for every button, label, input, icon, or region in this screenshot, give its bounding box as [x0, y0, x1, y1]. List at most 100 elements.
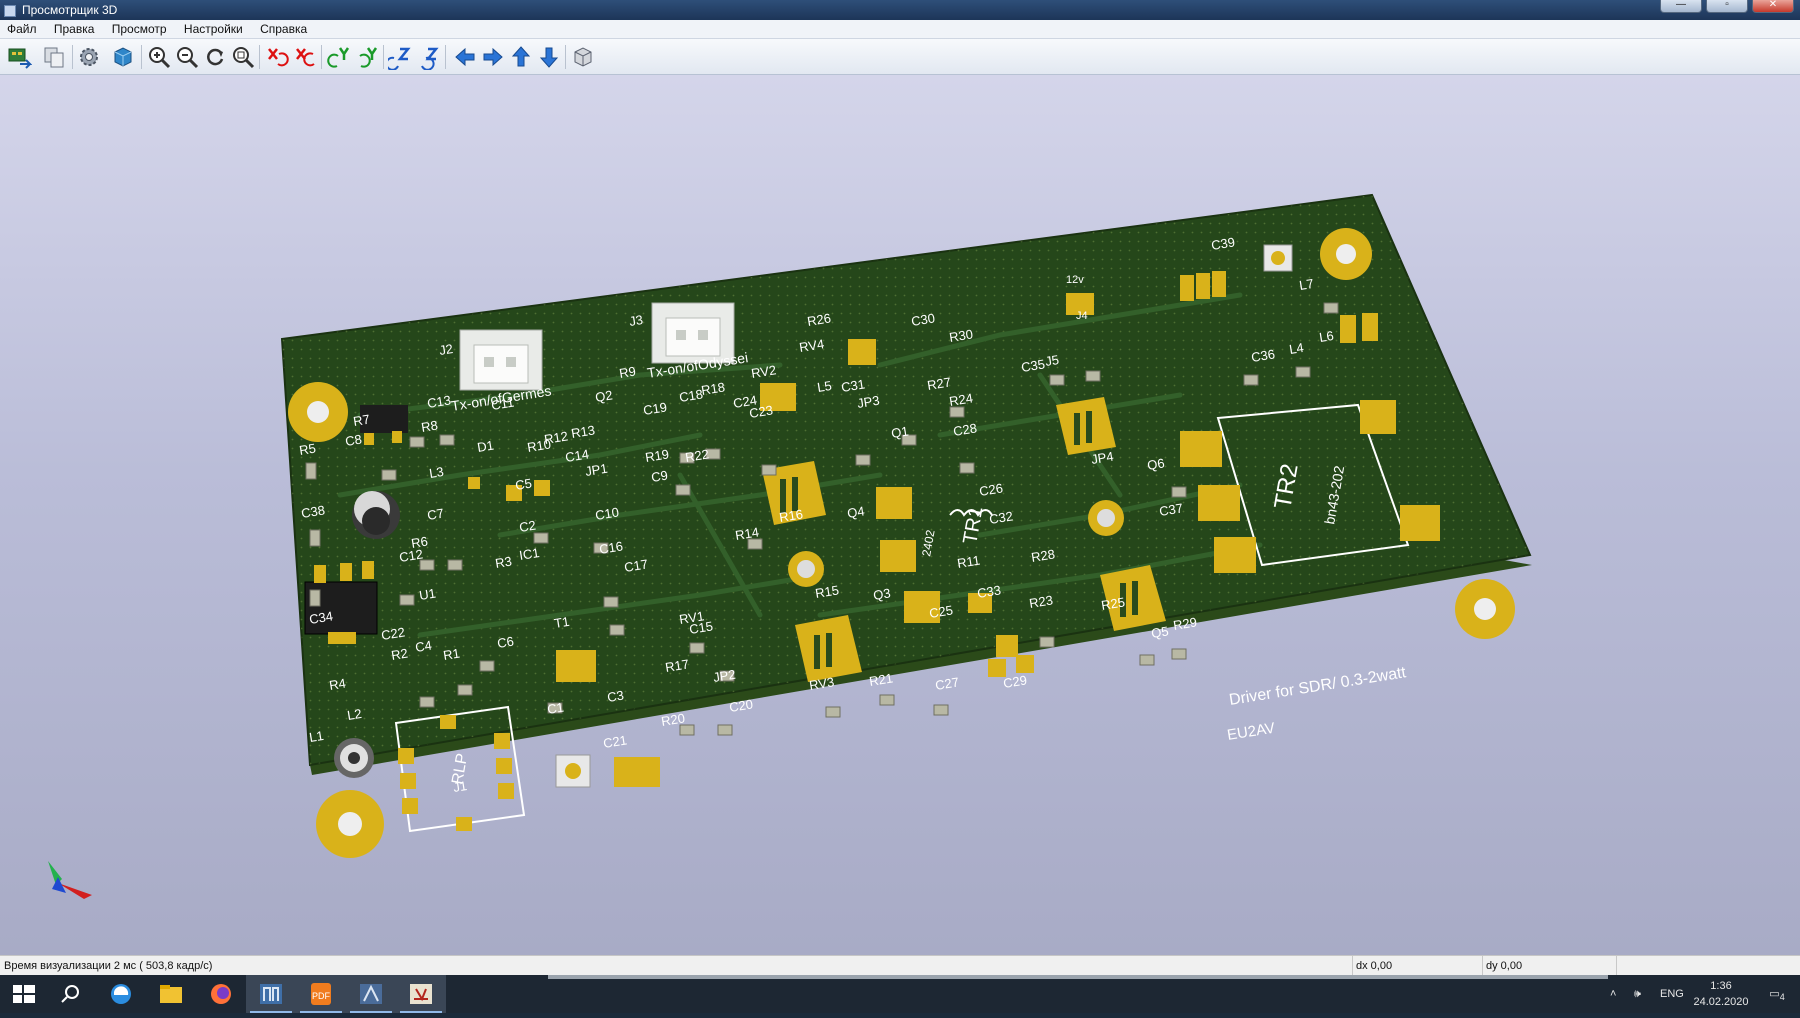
ref-r2: R2: [390, 646, 409, 663]
file-explorer-icon[interactable]: [146, 975, 196, 1013]
menu-view[interactable]: Просмотр: [105, 20, 174, 38]
window-controls: — ▫ ✕: [1660, 0, 1794, 13]
rotate-x-cw-icon[interactable]: [264, 44, 290, 70]
ref-c27: C27: [934, 674, 960, 693]
ref-c9: C9: [650, 468, 669, 485]
ref-q2: Q2: [594, 387, 613, 405]
rotate-y-ccw-icon[interactable]: [354, 44, 380, 70]
pcb-board-render: Driver for SDR/ 0.3-2watt EU2AV Tx-on/of…: [280, 193, 1532, 858]
redraw-icon[interactable]: [202, 44, 228, 70]
ref-q1: Q1: [890, 423, 909, 441]
ref-rv3: RV3: [808, 674, 835, 693]
tray-chevron-icon[interactable]: ˄: [1610, 975, 1616, 1013]
ref-c8: C8: [344, 432, 363, 449]
ref-j3: J3: [628, 312, 644, 329]
ref-r9: R9: [618, 364, 637, 381]
ref-l5: L5: [816, 378, 833, 395]
rotate-y-cw-icon[interactable]: [326, 44, 352, 70]
ortho-view-icon[interactable]: [570, 44, 596, 70]
app-icon: [4, 5, 16, 17]
menu-file[interactable]: Файл: [0, 20, 44, 38]
taskbar: PDF ˄ 🕪 ENG 1:36 24.02.2020 ▭4: [0, 975, 1800, 1013]
connector-j2: [459, 329, 543, 391]
copy-image-icon[interactable]: [41, 44, 67, 70]
ref-c20: C20: [728, 696, 754, 715]
ref-q5: Q5: [1150, 623, 1169, 641]
volume-icon[interactable]: 🕪: [1634, 975, 1641, 1013]
pan-right-icon[interactable]: [480, 44, 506, 70]
ref-r5: R5: [298, 441, 317, 458]
silk-12v-label: 12v: [1066, 274, 1084, 286]
menu-bar: Файл Правка Просмотр Настройки Справка: [0, 20, 1800, 39]
status-bar: Время визуализации 2 мс ( 503,8 кадр/с) …: [0, 955, 1800, 976]
pcb-export-icon[interactable]: [6, 44, 33, 70]
menu-preferences[interactable]: Настройки: [177, 20, 250, 38]
axis-gizmo: [48, 861, 92, 899]
ref-l3: L3: [428, 464, 445, 481]
rotate-z-cw-icon[interactable]: [385, 44, 414, 71]
notification-center-icon[interactable]: ▭4: [1762, 975, 1792, 1013]
pan-left-icon[interactable]: [452, 44, 478, 70]
rotate-z-ccw-icon[interactable]: [416, 44, 442, 71]
ref-r7: R7: [352, 412, 371, 429]
start-button[interactable]: [0, 975, 50, 1013]
kicad-eeschema-taskbar-icon[interactable]: [396, 975, 446, 1013]
ref-c21: C21: [602, 732, 628, 751]
ref-d1: D1: [476, 438, 495, 455]
system-clock[interactable]: 1:36 24.02.2020: [1686, 978, 1756, 1010]
ref-l2: L2: [346, 706, 363, 723]
ref-r8: R8: [420, 418, 439, 435]
clock-date: 24.02.2020: [1693, 996, 1749, 1008]
pan-up-icon[interactable]: [508, 44, 534, 70]
ref-r4: R4: [328, 676, 347, 693]
status-dx: dx 0,00: [1352, 956, 1483, 976]
zoom-in-icon[interactable]: [146, 44, 172, 70]
ref-r1: R1: [442, 646, 461, 663]
zoom-out-icon[interactable]: [174, 44, 200, 70]
ref-j2: J2: [438, 341, 454, 358]
firefox-icon[interactable]: [196, 975, 246, 1013]
zoom-fit-icon[interactable]: [230, 44, 256, 70]
3d-viewer-taskbar-icon[interactable]: [346, 975, 396, 1013]
ref-l4: L4: [1288, 340, 1305, 357]
ref-c5: C5: [514, 476, 533, 493]
ref-l1: L1: [308, 728, 325, 745]
ref-q3: Q3: [872, 585, 891, 603]
menu-edit[interactable]: Правка: [47, 20, 102, 38]
ref-t1: T1: [553, 614, 570, 631]
settings-gear-icon[interactable]: [76, 44, 102, 70]
language-indicator[interactable]: ENG: [1660, 975, 1684, 1013]
ref-c29: C29: [1002, 672, 1028, 691]
pan-down-icon[interactable]: [536, 44, 562, 70]
clock-time: 1:36: [1710, 980, 1732, 992]
ref-c4: C4: [414, 638, 433, 655]
pdf-viewer-taskbar-icon[interactable]: PDF: [296, 975, 346, 1013]
silk-j4-label: J4: [1076, 310, 1088, 322]
rotate-x-ccw-icon[interactable]: [292, 44, 318, 70]
ref-j1: J1: [452, 778, 468, 795]
3d-viewport[interactable]: Driver for SDR/ 0.3-2watt EU2AV Tx-on/of…: [0, 75, 1800, 955]
ref-c1: C1: [546, 700, 565, 717]
ref-r29: R29: [1172, 614, 1198, 633]
window-titlebar: Просмотрщик 3D — ▫ ✕: [0, 0, 1800, 20]
window-title: Просмотрщик 3D: [22, 3, 118, 17]
restore-button[interactable]: ▫: [1706, 0, 1748, 13]
menu-help[interactable]: Справка: [253, 20, 314, 38]
status-dy: dy 0,00: [1482, 956, 1617, 976]
silk-author-text: EU2AV: [1226, 720, 1276, 744]
ref-u1: U1: [418, 586, 437, 603]
capacitor-c5: [352, 491, 400, 539]
kicad-pcbnew-taskbar-icon[interactable]: [246, 975, 296, 1013]
ref-c7: C7: [426, 506, 445, 523]
raytrace-cube-icon[interactable]: [110, 44, 136, 70]
minimize-button[interactable]: —: [1660, 0, 1702, 13]
ref-c2: C2: [518, 518, 537, 535]
ref-q4: Q4: [846, 503, 865, 521]
notification-count: 4: [1779, 992, 1785, 1003]
status-render-time: Время визуализации 2 мс ( 503,8 кадр/с): [0, 956, 1353, 976]
ref-l6: L6: [1318, 328, 1335, 345]
close-button[interactable]: ✕: [1752, 0, 1794, 13]
edge-icon[interactable]: [96, 975, 146, 1013]
search-icon[interactable]: [46, 975, 96, 1013]
ref-q6: Q6: [1146, 455, 1165, 473]
